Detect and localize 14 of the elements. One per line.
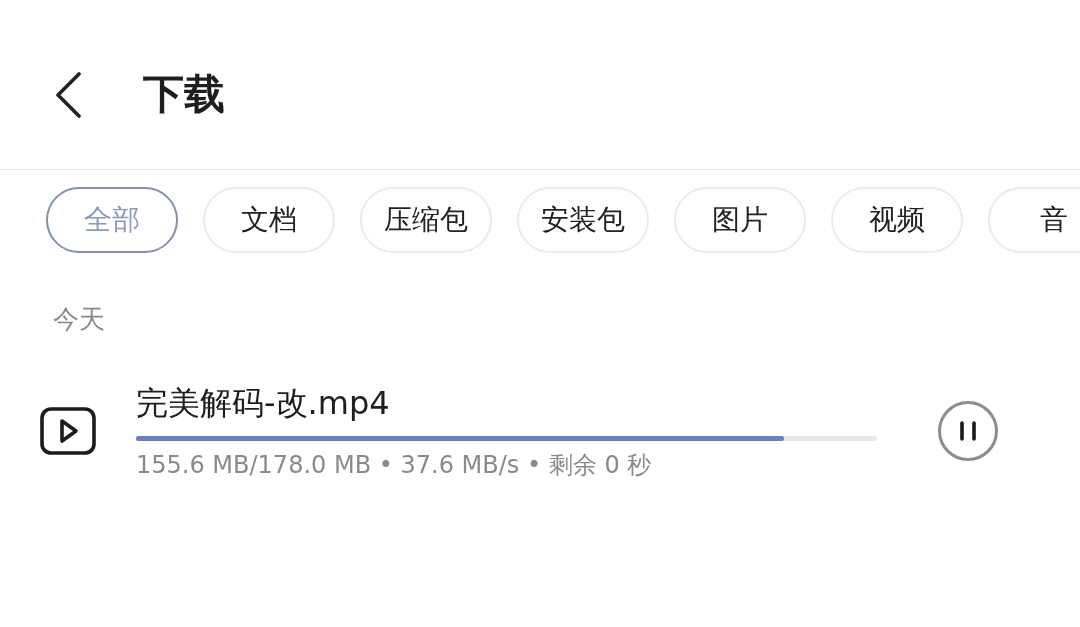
pause-icon (959, 421, 977, 442)
file-name: 完美解码-改.mp4 (136, 382, 391, 423)
page-title: 下载 (143, 71, 225, 118)
filter-chip[interactable]: 图片 (674, 187, 806, 253)
back-icon (54, 71, 82, 118)
filter-chip[interactable]: 压缩包 (360, 187, 492, 253)
filter-chip[interactable]: 文档 (203, 187, 335, 253)
filter-chip[interactable]: 音 (988, 187, 1080, 253)
video-file-icon (40, 407, 96, 456)
section-heading: 今天 (53, 303, 106, 336)
filter-chip[interactable]: 视频 (831, 187, 963, 253)
filter-chip[interactable]: 安装包 (517, 187, 649, 253)
download-details: 155.6 MB/178.0 MB • 37.6 MB/s • 剩余 0 秒 (136, 449, 653, 480)
back-button[interactable] (54, 71, 82, 118)
